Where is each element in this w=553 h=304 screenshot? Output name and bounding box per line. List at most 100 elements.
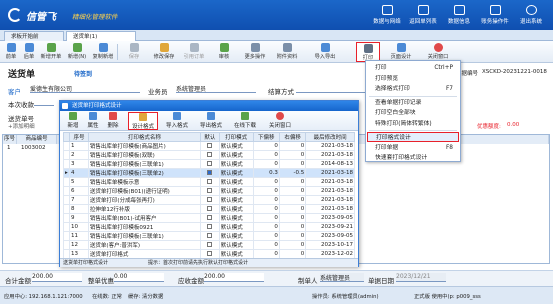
top-button-network[interactable]: 数据与网络: [370, 4, 404, 28]
row-default[interactable]: [199, 168, 220, 178]
grid-header-code: 商品编号: [17, 135, 57, 144]
row-right-offset: 0: [278, 231, 307, 241]
format-row[interactable]: 5 销售出库单模板示意 默认模式 0 0 2021-03-18: [63, 177, 355, 187]
format-row[interactable]: 7 送货单打印(分成每张再打) 默认模式 0 0 2021-03-18: [63, 195, 355, 205]
row-default[interactable]: [199, 240, 220, 250]
row-name: 拉伸单12行补版: [87, 204, 201, 214]
reference-order-button[interactable]: 引用订单: [180, 42, 208, 62]
salesman-field[interactable]: 系统管理员: [176, 84, 256, 93]
format-row[interactable]: 12 送货单(客户:普洪军) 默认模式 0 0 2023-10-17: [63, 240, 355, 250]
default-checkbox[interactable]: [207, 206, 213, 211]
default-checkbox[interactable]: [207, 224, 213, 229]
edit-icon: [159, 43, 169, 52]
row-default[interactable]: [199, 222, 220, 232]
next-doc-button[interactable]: 后单: [21, 42, 37, 62]
close-window-button[interactable]: 关闭窗口: [422, 42, 454, 62]
row-default[interactable]: [199, 195, 220, 205]
default-checkbox[interactable]: [207, 161, 213, 166]
page-design-button[interactable]: 页面设计: [386, 42, 416, 62]
row-index: 4: [69, 168, 89, 178]
format-row[interactable]: ▸ 4 销售出库单打印模板(三联单2) 默认模式 0.3 -0.5 2021-03-18: [63, 168, 355, 178]
default-checkbox[interactable]: [207, 152, 213, 157]
menu-item[interactable]: 打印单据 F8: [367, 143, 459, 153]
more-operations-button[interactable]: 更多操作: [240, 42, 270, 62]
customer-field[interactable]: 爱德生有限公司: [30, 84, 140, 93]
format-row[interactable]: 11 销售出库单打印模板(三联单1) 默认模式 0 0 2023-09-05: [63, 231, 355, 241]
row-mode: 默认模式: [218, 231, 254, 241]
top-button-exit[interactable]: 退出系统: [514, 4, 548, 28]
row-name: 送货单打印模板(B01)(递行证明): [87, 186, 201, 196]
attachment-button[interactable]: 附件资料: [272, 42, 302, 62]
top-button-info[interactable]: 数据信息: [442, 4, 476, 28]
prev-doc-button[interactable]: 前单: [3, 42, 19, 62]
row-default[interactable]: [199, 177, 220, 187]
import-export-button[interactable]: 导入导出: [310, 42, 340, 62]
dialog-delete-button[interactable]: 删除: [104, 112, 122, 130]
default-checkbox[interactable]: [207, 215, 213, 220]
dialog-properties-button[interactable]: 属性: [84, 112, 102, 130]
default-checkbox[interactable]: [207, 188, 213, 193]
new-open-button[interactable]: 新增开单: [39, 42, 63, 62]
dialog-import-button[interactable]: 导入格式: [162, 112, 192, 130]
new-button[interactable]: 新增(N): [65, 42, 89, 62]
format-table: 序号 打印格式名称 默认 打印模式 下偏移 右偏移 最后修改时间 1 销售出库单打…: [63, 132, 355, 259]
default-checkbox[interactable]: [207, 179, 213, 184]
format-row[interactable]: 10 销售出库单打印模板0921 默认模式 0 0 2023-09-21: [63, 222, 355, 232]
menu-item[interactable]: 快速套打印格式设计: [367, 153, 459, 163]
modify-save-button[interactable]: 修改保存: [150, 42, 178, 62]
list-icon: [417, 5, 429, 15]
print-button[interactable]: 打印: [356, 42, 380, 62]
row-default[interactable]: [199, 159, 220, 169]
tab-delivery-note[interactable]: 送货单(1): [66, 31, 136, 41]
row-default[interactable]: [199, 150, 220, 160]
top-button-list[interactable]: 返回单列表: [406, 4, 440, 28]
dialog-new-button[interactable]: 新增: [64, 112, 82, 130]
row-right-offset: 0: [278, 159, 307, 169]
default-checkbox[interactable]: [207, 197, 213, 202]
row-down-offset: 0: [252, 195, 280, 205]
format-row[interactable]: 3 销售出库单打印模板(三联单1) 默认模式 0 0 2014-08-13: [63, 159, 355, 169]
link-icon: [189, 43, 199, 52]
default-checkbox[interactable]: [207, 251, 213, 256]
default-checkbox[interactable]: [207, 170, 213, 175]
format-row[interactable]: 6 送货单打印模板(B01)(递行证明) 默认模式 0 0 2021-03-18: [63, 186, 355, 196]
menu-item[interactable]: 查看单据打印记录: [367, 98, 459, 108]
menu-item[interactable]: 打印预览: [367, 74, 459, 84]
format-row[interactable]: 9 销售出库单(B01)-试用客户 默认模式 0 0 2023-09-05: [63, 213, 355, 223]
tab-home[interactable]: 求板开始前: [4, 31, 64, 41]
status-version: 正式版 使用中(p: p009_sss: [414, 294, 481, 300]
row-default[interactable]: [199, 204, 220, 214]
dialog-close-button[interactable]: 关闭窗口: [264, 112, 296, 130]
adjust-field[interactable]: 0.00: [114, 273, 164, 282]
row-default[interactable]: [199, 186, 220, 196]
default-checkbox[interactable]: [207, 143, 213, 148]
format-row[interactable]: 8 拉伸单12行补版 默认模式 0 0 2021-03-18: [63, 204, 355, 214]
default-checkbox[interactable]: [207, 242, 213, 247]
row-right-offset: -0.5: [278, 168, 307, 178]
menu-item[interactable]: 特殊打印(简体转繁体): [367, 119, 459, 129]
row-default[interactable]: [199, 213, 220, 223]
menu-item[interactable]: 打印空白全部块: [367, 108, 459, 118]
menu-item[interactable]: 打印格式设计: [367, 132, 459, 142]
row-right-offset: 0: [278, 240, 307, 250]
row-default[interactable]: [199, 141, 220, 151]
audit-button[interactable]: 审核: [210, 42, 238, 62]
add-row-link[interactable]: +添加明细: [8, 122, 35, 130]
dialog-export-button[interactable]: 导出格式: [196, 112, 226, 130]
arrow-right-icon: [24, 43, 34, 52]
row-default[interactable]: [199, 231, 220, 241]
dialog-download-button[interactable]: 在线下载: [230, 112, 260, 130]
top-button-account[interactable]: 账务操作件: [478, 4, 512, 28]
menu-item[interactable]: 打印 Ctrl+P: [367, 63, 459, 73]
row-down-offset: 0: [252, 222, 280, 232]
format-row[interactable]: 2 销售出库单打印模板(双联) 默认模式 0 0 2021-03-18: [63, 150, 355, 160]
deposit-field[interactable]: [34, 97, 54, 106]
dialog-design-format-button[interactable]: 设计格式: [128, 112, 158, 130]
menu-item[interactable]: 选择格式打印 F7: [367, 84, 459, 94]
format-row[interactable]: 1 销售出库单打印模板(商品图片) 默认模式 0 0 2021-03-18: [63, 141, 355, 151]
row-index: 12: [69, 240, 89, 250]
copy-new-button[interactable]: 复制新增: [91, 42, 115, 62]
default-checkbox[interactable]: [207, 233, 213, 238]
save-button[interactable]: 保存: [120, 42, 148, 62]
toolbar-separator: [117, 44, 118, 60]
